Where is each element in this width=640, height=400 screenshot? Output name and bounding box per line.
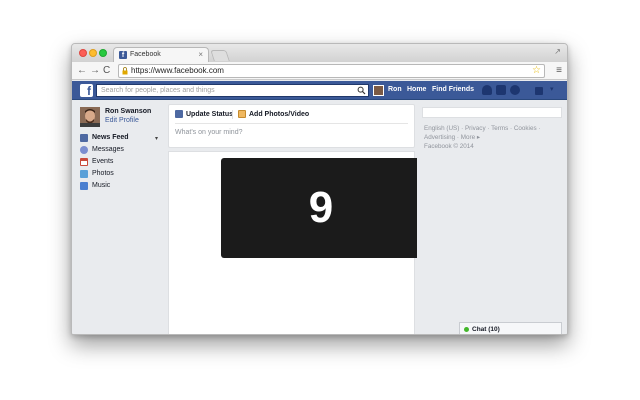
news-feed: 9	[168, 151, 421, 334]
close-window-button[interactable]	[79, 49, 87, 57]
add-photos-label: Add Photos/Video	[249, 111, 310, 118]
notification-icons	[482, 85, 522, 96]
messages-icon[interactable]	[496, 85, 506, 95]
tab-title: Facebook	[130, 51, 161, 58]
lock-icon	[122, 67, 128, 75]
chevron-down-icon[interactable]: ▾	[155, 135, 158, 142]
friend-requests-icon[interactable]	[482, 85, 492, 95]
avatar[interactable]	[373, 85, 384, 96]
edit-profile-link[interactable]: Edit Profile	[105, 117, 139, 124]
footer-link-terms[interactable]: Terms	[491, 125, 508, 132]
divider	[232, 110, 233, 119]
online-status-icon	[464, 327, 469, 332]
sidebar-item-label: Messages	[92, 146, 124, 153]
right-sidebar: English (US) · Privacy · Terms · Cookies…	[417, 101, 567, 334]
chat-label: Chat (10)	[472, 326, 500, 333]
tab-close-icon[interactable]: ×	[198, 50, 203, 59]
account-menu-icon[interactable]: ▾	[550, 85, 554, 93]
left-sidebar: Ron Swanson Edit Profile News Feed ▾ Mes…	[72, 101, 168, 334]
privacy-shortcuts-icon[interactable]	[535, 87, 543, 95]
browser-toolbar: ← → C https://www.facebook.com ☆ ≡	[72, 62, 567, 80]
music-icon	[80, 182, 88, 190]
chat-bar[interactable]: Chat (10)	[459, 322, 562, 334]
new-tab-button[interactable]	[210, 50, 230, 61]
sidebar-item-label: Events	[92, 158, 114, 165]
reload-button[interactable]: C	[103, 65, 110, 77]
footer-link-cookies[interactable]: Cookies	[514, 125, 537, 132]
more-arrow-icon: ▸	[476, 134, 481, 141]
main-column: Update Status Add Photos/Video What's on…	[168, 101, 421, 334]
search-placeholder: Search for people, places and things	[101, 87, 215, 94]
find-friends-link[interactable]: Find Friends	[432, 86, 474, 93]
facebook-favicon-icon: f	[119, 51, 127, 59]
status-composer: Update Status Add Photos/Video What's on…	[168, 104, 415, 148]
footer-link-more[interactable]: More	[461, 134, 475, 141]
browser-window: f Facebook × ↗ ← → C https://www.faceboo…	[71, 43, 568, 335]
profile-name[interactable]: Ron Swanson	[105, 108, 151, 115]
zoom-window-button[interactable]	[99, 49, 107, 57]
photos-icon	[80, 170, 88, 178]
browser-menu-icon[interactable]: ≡	[556, 65, 562, 77]
update-status-label: Update Status	[186, 111, 234, 118]
back-button[interactable]: ←	[77, 65, 87, 77]
tab-facebook[interactable]: f Facebook ×	[113, 47, 209, 62]
footer-link-language[interactable]: English (US)	[424, 125, 459, 132]
minimize-window-button[interactable]	[89, 49, 97, 57]
address-bar[interactable]: https://www.facebook.com ☆	[118, 64, 545, 78]
divider	[175, 123, 408, 124]
countdown-overlay: 9	[221, 158, 421, 258]
url-text: https://www.facebook.com	[131, 66, 224, 75]
calendar-icon	[80, 158, 88, 166]
footer-link-privacy[interactable]: Privacy	[465, 125, 486, 132]
facebook-logo-icon[interactable]: f	[80, 84, 93, 97]
tab-strip: f Facebook × ↗	[72, 44, 567, 62]
messages-icon	[80, 146, 88, 154]
search-icon[interactable]	[357, 86, 366, 95]
sidebar-item-label: Music	[92, 182, 111, 189]
profile-photo-icon	[80, 107, 100, 127]
photo-icon	[238, 110, 246, 118]
footer-links: English (US) · Privacy · Terms · Cookies…	[424, 125, 541, 150]
status-input[interactable]: What's on your mind?	[175, 129, 242, 136]
footer-link-advertising[interactable]: Advertising	[424, 134, 455, 141]
search-input[interactable]: Search for people, places and things	[96, 84, 369, 97]
profile-avatar[interactable]	[80, 107, 100, 127]
sidebar-item-label: Photos	[92, 170, 114, 177]
bookmark-star-icon[interactable]: ☆	[532, 65, 541, 77]
pencil-icon	[175, 110, 183, 118]
profile-link[interactable]: Ron	[388, 86, 402, 93]
copyright: Facebook © 2014	[424, 143, 474, 150]
sidebar-item-label: News Feed	[92, 134, 129, 141]
notifications-globe-icon[interactable]	[510, 85, 520, 95]
facebook-top-bar: f Search for people, places and things R…	[72, 81, 567, 100]
fullscreen-icon[interactable]: ↗	[554, 47, 561, 56]
home-link[interactable]: Home	[407, 86, 426, 93]
news-feed-icon	[80, 134, 88, 142]
right-panel-box	[422, 107, 562, 118]
forward-button[interactable]: →	[90, 65, 100, 77]
